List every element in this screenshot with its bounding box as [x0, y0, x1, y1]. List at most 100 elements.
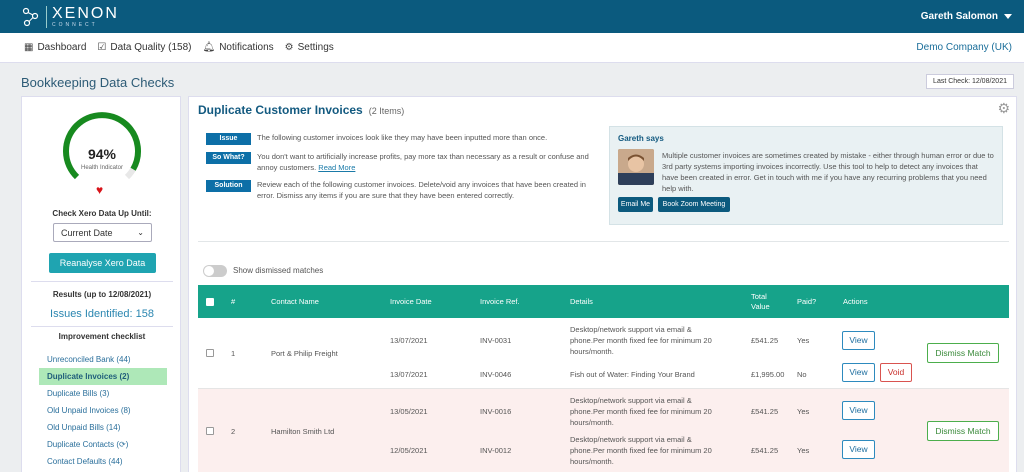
invoice-date: 12/05/2021	[390, 446, 428, 455]
col-total[interactable]: Total Value	[751, 285, 781, 318]
top-bar: XENON CONNECT Gareth Salomon	[0, 0, 1024, 33]
so-what-text: You don't want to artificially increase …	[257, 151, 601, 173]
invoice-details: Fish out of Water: Finding Your Brand	[570, 370, 695, 379]
advisor-title: Gareth says	[618, 134, 664, 143]
table-row: 1 Port & Philip Freight 13/07/2021 INV-0…	[198, 318, 1009, 389]
row-num: 2	[231, 427, 236, 436]
email-me-button[interactable]: Email Me	[618, 197, 653, 212]
checklist-title: Improvement checklist	[58, 332, 146, 341]
nav-settings-label: Settings	[297, 42, 334, 53]
health-label: Health Indicator	[80, 165, 124, 171]
checklist-item-old-unpaid-bills[interactable]: Old Unpaid Bills (14)	[39, 419, 167, 436]
col-paid: Paid?	[797, 297, 817, 306]
show-dismissed-label: Show dismissed matches	[233, 266, 324, 275]
advisor-text: Multiple customer invoices are sometimes…	[662, 151, 994, 193]
nav-settings[interactable]: ⚙ Settings	[285, 42, 334, 53]
divider	[31, 281, 173, 282]
invoice-details: Desktop/network support via email & phon…	[570, 435, 712, 466]
check-date-label: Check Xero Data Up Until:	[52, 209, 152, 218]
main-panel: Duplicate Customer Invoices (2 Items) ⚙ I…	[188, 96, 1017, 472]
info-so-what: So What? You don't want to artificially …	[206, 151, 601, 173]
improvement-checklist: Unreconciled Bank (44) Duplicate Invoice…	[39, 351, 167, 470]
checklist-item-old-unpaid-invoices[interactable]: Old Unpaid Invoices (8)	[39, 402, 167, 419]
read-more-link[interactable]: Read More	[318, 163, 355, 172]
invoice-details: Desktop/network support via email & phon…	[570, 396, 712, 427]
checklist-item-duplicate-invoices[interactable]: Duplicate Invoices (2)	[39, 368, 167, 385]
issue-tag: Issue	[206, 133, 251, 145]
item-count: (2 Items)	[368, 106, 405, 116]
results-label: Results (up to 12/08/2021)	[52, 290, 152, 299]
invoice-total: £541.25	[751, 446, 779, 455]
view-button[interactable]: View	[842, 363, 875, 382]
issues-identified: Issues Identified: 158	[50, 308, 154, 320]
reanalyse-button[interactable]: Reanalyse Xero Data	[49, 253, 156, 273]
checklist-item-duplicate-contacts[interactable]: Duplicate Contacts (⟳)	[39, 436, 167, 453]
invoice-paid: Yes	[797, 446, 810, 455]
user-menu[interactable]: Gareth Salomon	[921, 11, 1012, 22]
nav-notifications-label: Notifications	[219, 42, 274, 53]
void-button[interactable]: Void	[880, 363, 912, 382]
dismiss-match-button[interactable]: Dismiss Match	[927, 343, 999, 363]
logo[interactable]: XENON CONNECT	[22, 4, 119, 28]
col-contact[interactable]: Contact Name	[271, 285, 319, 318]
info-issue: Issue The following customer invoices lo…	[206, 132, 601, 145]
dismiss-match-button[interactable]: Dismiss Match	[927, 421, 999, 441]
gear-icon: ⚙	[284, 42, 294, 53]
invoice-ref: INV-0012	[480, 446, 512, 455]
show-dismissed-toggle[interactable]	[203, 265, 227, 277]
invoice-ref: INV-0031	[480, 336, 512, 345]
logo-name: XENON	[52, 4, 119, 22]
invoice-paid: Yes	[797, 336, 810, 345]
checklist-item-contact-defaults[interactable]: Contact Defaults (44)	[39, 453, 167, 470]
checklist-item-unreconciled-bank[interactable]: Unreconciled Bank (44)	[39, 351, 167, 368]
contact-name: Port & Philip Freight	[271, 349, 338, 358]
user-name: Gareth Salomon	[920, 11, 998, 22]
date-select[interactable]: Current Date ⌄	[53, 223, 152, 242]
invoice-total: £541.25	[751, 407, 779, 416]
col-num: #	[231, 297, 236, 306]
info-block: Issue The following customer invoices lo…	[206, 132, 601, 205]
select-all-checkbox[interactable]	[206, 297, 214, 306]
invoice-paid: Yes	[797, 407, 810, 416]
advisor-box: Gareth says Multiple customer invoices a…	[609, 126, 1003, 225]
row-checkbox[interactable]	[206, 349, 214, 357]
view-button[interactable]: View	[842, 401, 875, 420]
nav-data-quality-label: Data Quality (158)	[110, 42, 192, 53]
invoice-date: 13/07/2021	[390, 336, 428, 345]
col-ref[interactable]: Invoice Ref.	[480, 285, 520, 318]
invoice-date: 13/07/2021	[390, 370, 428, 379]
issue-text: The following customer invoices look lik…	[257, 133, 548, 142]
row-num: 1	[231, 349, 236, 358]
table-row: 2 Hamilton Smith Ltd 13/05/2021 INV-0016…	[198, 389, 1009, 472]
col-details: Details	[570, 297, 593, 306]
last-check-badge: Last Check: 12/08/2021	[926, 74, 1014, 89]
invoice-total: £541.25	[751, 336, 779, 345]
health-percent: 94%	[87, 146, 117, 162]
checklist-item-duplicate-bills[interactable]: Duplicate Bills (3)	[39, 385, 167, 402]
nav-notifications[interactable]: 🔔︎ Notifications	[203, 42, 274, 53]
gear-icon[interactable]: ⚙	[997, 100, 1010, 117]
row-checkbox[interactable]	[206, 427, 214, 435]
nav-dashboard-label: Dashboard	[37, 42, 87, 53]
view-button[interactable]: View	[842, 331, 875, 350]
section-title: Duplicate Customer Invoices (2 Items)	[198, 103, 404, 117]
invoice-paid: No	[797, 370, 807, 379]
health-panel: 94% Health Indicator ♥ Check Xero Data U…	[21, 96, 181, 472]
page-title: Bookkeeping Data Checks	[21, 75, 175, 90]
book-zoom-button[interactable]: Book Zoom Meeting	[658, 197, 730, 212]
invoice-details: Desktop/network support via email & phon…	[570, 325, 712, 356]
so-what-tag: So What?	[206, 152, 251, 164]
so-what-body: You don't want to artificially increase …	[257, 152, 589, 172]
company-link[interactable]: Demo Company (UK)	[916, 42, 1012, 53]
avatar	[618, 149, 654, 185]
nav-dashboard[interactable]: ▦ Dashboard	[24, 42, 86, 53]
table-header: # Contact Name Invoice Date Invoice Ref.…	[198, 285, 1009, 318]
caret-down-icon	[1004, 14, 1012, 19]
heart-icon: ♥	[96, 183, 104, 197]
col-date[interactable]: Invoice Date	[390, 285, 432, 318]
nav-data-quality[interactable]: ☑ Data Quality (158)	[97, 42, 191, 53]
checkbox-icon: ☑	[97, 42, 107, 53]
toggle-knob	[204, 266, 214, 276]
view-button[interactable]: View	[842, 440, 875, 459]
invoice-ref: INV-0046	[480, 370, 512, 379]
